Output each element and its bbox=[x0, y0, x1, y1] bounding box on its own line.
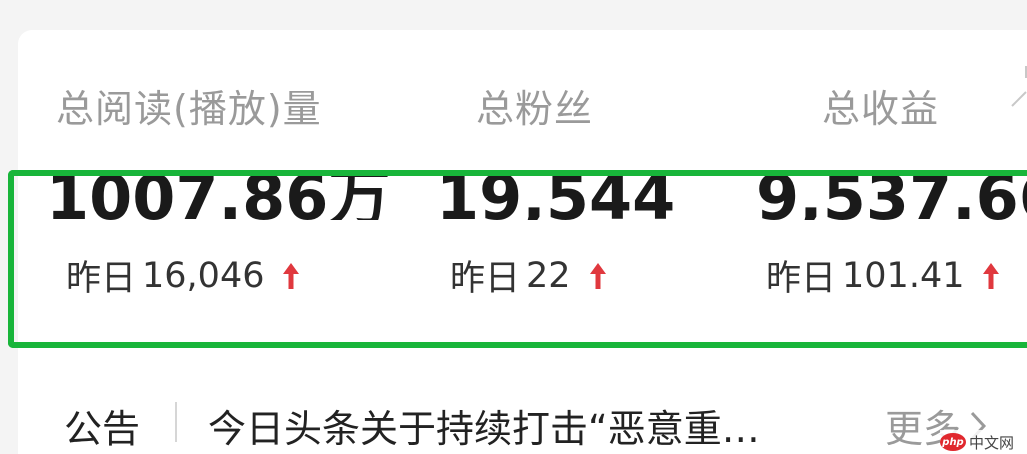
notice-label: 公告 bbox=[64, 407, 141, 451]
stat-delta-total-income: 昨日 101.41 bbox=[766, 250, 1000, 301]
stat-delta-total-fans: 昨日 22 bbox=[450, 250, 607, 301]
notice-headline-link[interactable]: 今日头条关于持续打击“恶意重… bbox=[208, 398, 828, 453]
watermark: php 中文网 bbox=[940, 430, 1027, 454]
stat-value-total-reads[interactable]: 1007.86万 bbox=[46, 162, 390, 220]
collapse-icon[interactable] bbox=[1010, 62, 1027, 108]
delta-value: 22 bbox=[526, 255, 571, 296]
notice-divider bbox=[175, 402, 177, 442]
stat-label-total-income: 总收益 bbox=[822, 87, 940, 131]
stat-value-total-fans[interactable]: 19,544 bbox=[436, 162, 675, 220]
arrow-up-icon bbox=[983, 262, 1000, 289]
delta-value: 101.41 bbox=[842, 255, 965, 296]
stat-value-total-income[interactable]: 9,537.66 bbox=[756, 162, 1027, 220]
delta-label: 昨日 bbox=[766, 259, 837, 299]
php-logo-icon: php bbox=[940, 433, 966, 451]
stat-delta-total-reads: 昨日 16,046 bbox=[66, 250, 300, 301]
delta-value: 16,046 bbox=[142, 255, 265, 296]
stat-label-total-fans: 总粉丝 bbox=[476, 87, 594, 131]
watermark-text: 中文网 bbox=[969, 433, 1015, 452]
stat-label-total-reads: 总阅读(播放)量 bbox=[56, 87, 322, 131]
delta-label: 昨日 bbox=[66, 259, 137, 299]
arrow-up-icon bbox=[589, 262, 606, 289]
delta-label: 昨日 bbox=[450, 259, 521, 299]
arrow-up-icon bbox=[283, 262, 300, 289]
